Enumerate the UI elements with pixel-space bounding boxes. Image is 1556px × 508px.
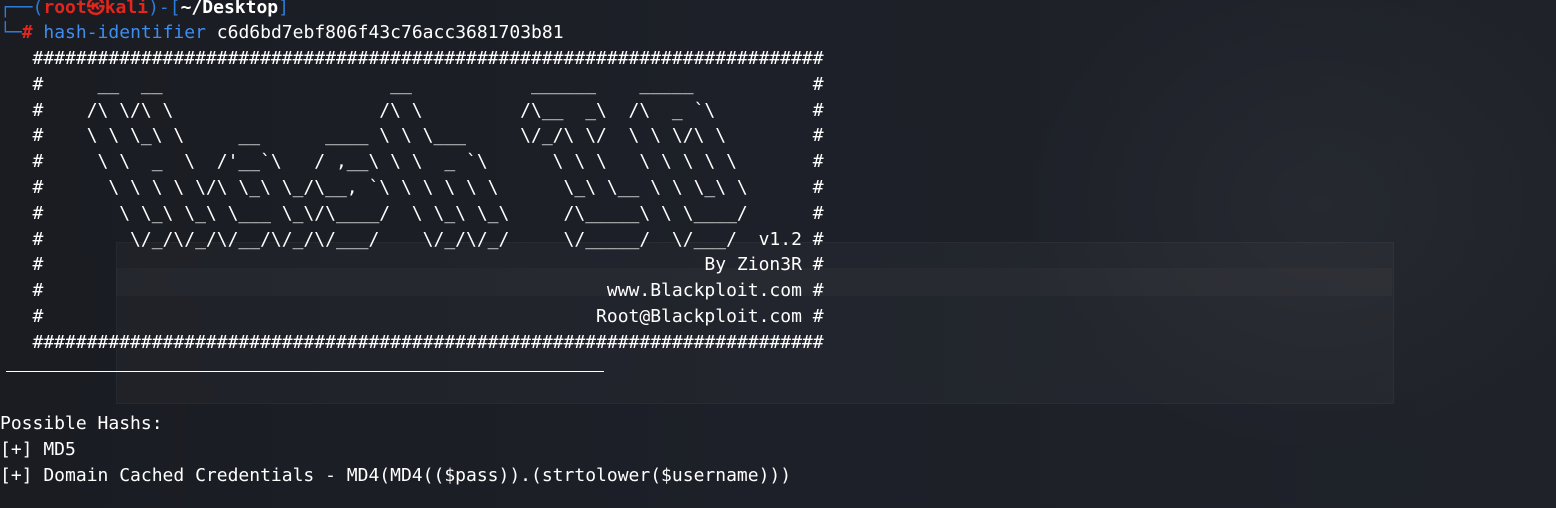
hashid-ascii-banner: ########################################… (0, 46, 824, 356)
prompt-host: kali (104, 0, 149, 18)
banner-line: # \ \ \ \ \/\ \_\ \_/\__, `\ \ \ \ \ \ \… (0, 176, 824, 198)
output-divider (6, 371, 604, 372)
banner-line: ########################################… (0, 48, 824, 69)
banner-line: # \ \_\ \_\ \___ \_\/\____/ \ \_\ \_\ /\… (0, 202, 824, 224)
prompt-corner-bottom: └─ (0, 22, 22, 43)
prompt-header: ┌──(root㉿kali)-[~/Desktop] (0, 0, 289, 21)
terminal-window[interactable]: ┌──(root㉿kali)-[~/Desktop] └─# hash-iden… (0, 0, 1556, 508)
banner-line-version: # \/_/\/_/\/__/\/_/\/___/ \/_/\/_/ \/___… (0, 228, 824, 250)
prompt-separator: )-[ (148, 0, 181, 18)
banner-line: # /\ \/\ \ /\ \ /\__ _\ /\ _ `\ # (0, 99, 824, 121)
banner-line-email: # Root@Blackploit.com # (0, 305, 824, 327)
prompt-user: root (43, 0, 87, 18)
banner-line: # \ \ \_\ \ __ ____ \ \ \___ \/_/\ \/ \ … (0, 125, 824, 147)
prompt-path: ~/Desktop (180, 0, 279, 18)
command-argument: c6d6bd7ebf806f43c76acc3681703b81 (216, 22, 564, 43)
command-name: hash-identifier (43, 22, 206, 43)
result-item-md5: [+] MD5 (0, 439, 76, 460)
prompt-hash-symbol: # (21, 22, 33, 43)
banner-line: ########################################… (0, 331, 824, 353)
banner-line: # __ __ __ ______ _____ # (0, 73, 824, 95)
prompt-close-bracket: ] (278, 0, 289, 18)
results-heading: Possible Hashs: (0, 413, 163, 434)
banner-line-website: # www.Blackploit.com # (0, 280, 824, 302)
prompt-corner-top: ┌──( (0, 0, 44, 18)
banner-line-author: # By Zion3R # (0, 254, 824, 276)
banner-line: # \ \ _ \ /'__`\ / ,__\ \ \ _ `\ \ \ \ \… (0, 151, 824, 173)
result-item-dcc: [+] Domain Cached Credentials - MD4(MD4(… (0, 465, 792, 486)
prompt-at-symbol: ㉿ (86, 0, 105, 18)
command-line[interactable]: └─# hash-identifier c6d6bd7ebf806f43c76a… (0, 20, 564, 46)
